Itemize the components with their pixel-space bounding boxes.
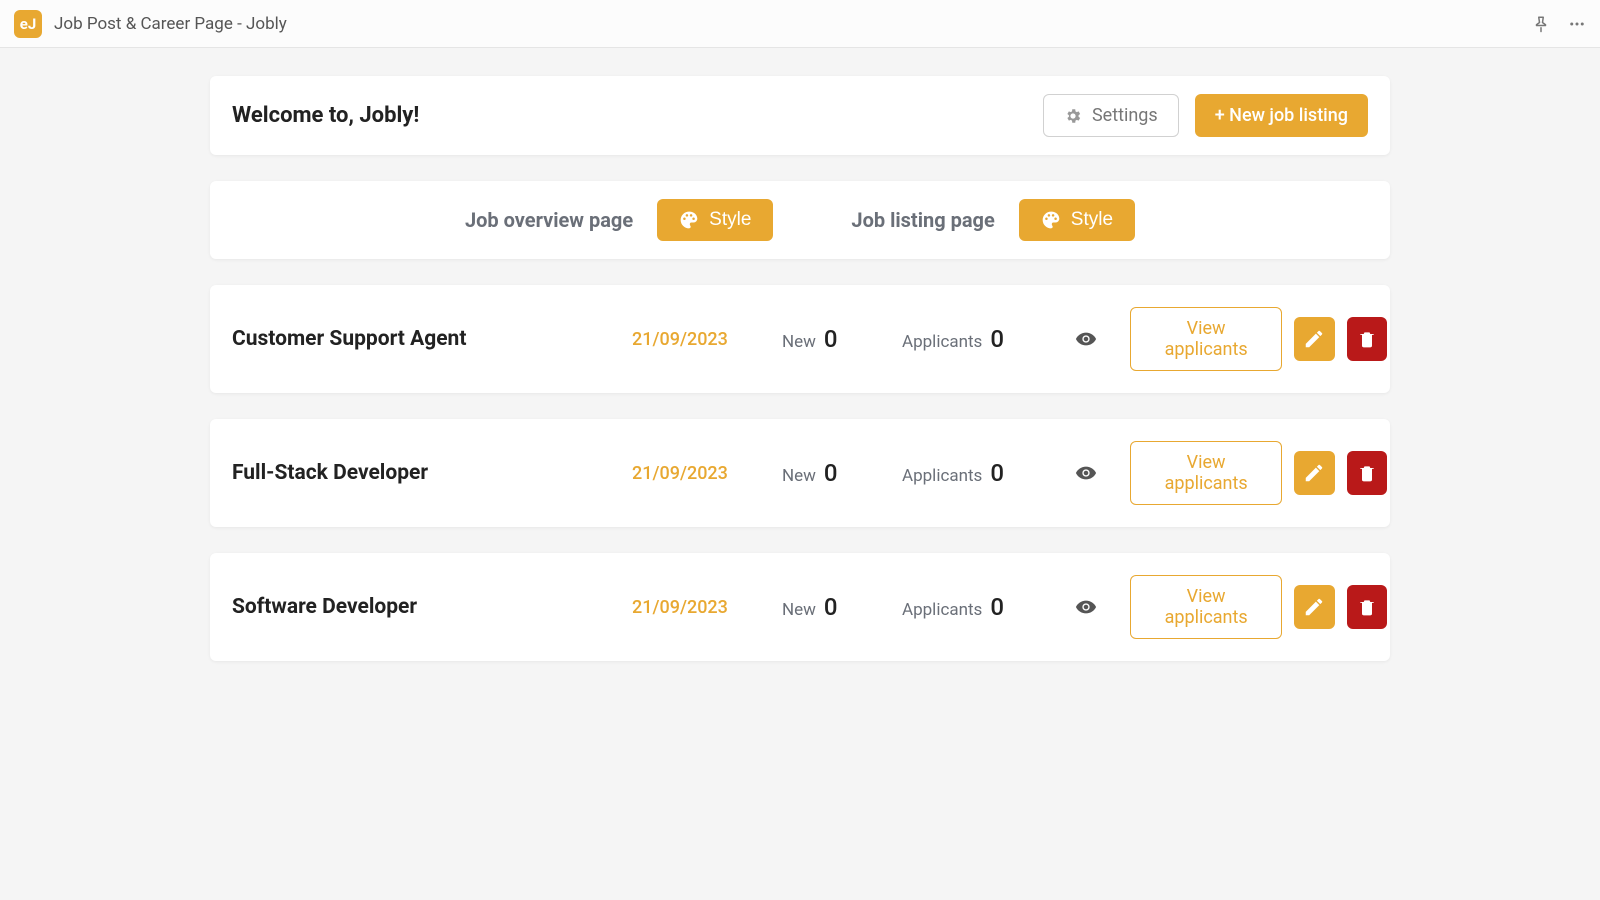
pencil-icon bbox=[1303, 596, 1325, 618]
app-title: Job Post & Career Page - Jobly bbox=[54, 14, 287, 34]
listing-date: 21/09/2023 bbox=[632, 329, 762, 350]
applicants-label: Applicants bbox=[902, 466, 982, 486]
welcome-card: Welcome to, Jobly! Settings + New job li… bbox=[210, 76, 1390, 155]
listing-title: Full-Stack Developer bbox=[232, 461, 612, 485]
palette-icon bbox=[1041, 210, 1061, 230]
delete-button[interactable] bbox=[1347, 317, 1387, 361]
applicants-label: Applicants bbox=[902, 332, 982, 352]
new-count: 0 bbox=[824, 459, 838, 487]
listing-style-button[interactable]: Style bbox=[1019, 199, 1135, 241]
listing-applicants-stat: Applicants 0 bbox=[902, 593, 1042, 621]
visibility-toggle[interactable] bbox=[1062, 328, 1110, 350]
edit-button[interactable] bbox=[1294, 451, 1334, 495]
new-count: 0 bbox=[824, 325, 838, 353]
overview-style-label: Style bbox=[709, 209, 751, 231]
settings-button[interactable]: Settings bbox=[1043, 94, 1179, 137]
listing-title: Customer Support Agent bbox=[232, 327, 612, 351]
header-right bbox=[1532, 15, 1586, 33]
welcome-title: Welcome to, Jobly! bbox=[232, 103, 419, 128]
pencil-icon bbox=[1303, 328, 1325, 350]
new-label: New bbox=[782, 600, 816, 620]
listing-actions: View applicants bbox=[1130, 307, 1387, 371]
listing-actions: View applicants bbox=[1130, 575, 1387, 639]
listing-title: Software Developer bbox=[232, 595, 612, 619]
app-logo: eJ bbox=[14, 10, 42, 38]
overview-page-group: Job overview page Style bbox=[465, 199, 773, 241]
new-label: New bbox=[782, 332, 816, 352]
listing-page-label: Job listing page bbox=[851, 208, 994, 232]
more-icon[interactable] bbox=[1568, 15, 1586, 33]
eye-icon bbox=[1075, 328, 1097, 350]
new-job-listing-button[interactable]: + New job listing bbox=[1195, 94, 1368, 137]
listing-actions: View applicants bbox=[1130, 441, 1387, 505]
header-left: eJ Job Post & Career Page - Jobly bbox=[14, 10, 287, 38]
visibility-toggle[interactable] bbox=[1062, 596, 1110, 618]
listing-applicants-stat: Applicants 0 bbox=[902, 459, 1042, 487]
trash-icon bbox=[1357, 463, 1377, 483]
pencil-icon bbox=[1303, 462, 1325, 484]
eye-icon bbox=[1075, 596, 1097, 618]
applicants-count: 0 bbox=[990, 325, 1004, 353]
app-header: eJ Job Post & Career Page - Jobly bbox=[0, 0, 1600, 48]
listing-row: Customer Support Agent21/09/2023New0Appl… bbox=[210, 285, 1390, 393]
visibility-toggle[interactable] bbox=[1062, 462, 1110, 484]
pages-card: Job overview page Style Job listing page… bbox=[210, 181, 1390, 259]
listings-container: Customer Support Agent21/09/2023New0Appl… bbox=[210, 285, 1390, 661]
listing-row: Full-Stack Developer21/09/2023New0Applic… bbox=[210, 419, 1390, 527]
listing-page-group: Job listing page Style bbox=[851, 199, 1135, 241]
edit-button[interactable] bbox=[1294, 585, 1334, 629]
view-applicants-button[interactable]: View applicants bbox=[1130, 575, 1282, 639]
app-logo-text: eJ bbox=[20, 15, 36, 33]
eye-icon bbox=[1075, 462, 1097, 484]
overview-style-button[interactable]: Style bbox=[657, 199, 773, 241]
listing-date: 21/09/2023 bbox=[632, 463, 762, 484]
trash-icon bbox=[1357, 329, 1377, 349]
applicants-count: 0 bbox=[990, 459, 1004, 487]
welcome-actions: Settings + New job listing bbox=[1043, 94, 1368, 137]
applicants-count: 0 bbox=[990, 593, 1004, 621]
view-applicants-button[interactable]: View applicants bbox=[1130, 441, 1282, 505]
listing-row: Software Developer21/09/2023New0Applican… bbox=[210, 553, 1390, 661]
pin-icon[interactable] bbox=[1532, 15, 1550, 33]
listing-new-stat: New 0 bbox=[782, 325, 882, 353]
new-listing-label: + New job listing bbox=[1215, 105, 1348, 126]
gear-icon bbox=[1064, 107, 1082, 125]
trash-icon bbox=[1357, 597, 1377, 617]
settings-label: Settings bbox=[1092, 105, 1158, 126]
applicants-label: Applicants bbox=[902, 600, 982, 620]
listing-new-stat: New 0 bbox=[782, 593, 882, 621]
listing-date: 21/09/2023 bbox=[632, 597, 762, 618]
listing-new-stat: New 0 bbox=[782, 459, 882, 487]
new-label: New bbox=[782, 466, 816, 486]
overview-page-label: Job overview page bbox=[465, 208, 633, 232]
main-container: Welcome to, Jobly! Settings + New job li… bbox=[210, 48, 1390, 661]
palette-icon bbox=[679, 210, 699, 230]
delete-button[interactable] bbox=[1347, 585, 1387, 629]
delete-button[interactable] bbox=[1347, 451, 1387, 495]
edit-button[interactable] bbox=[1294, 317, 1334, 361]
view-applicants-button[interactable]: View applicants bbox=[1130, 307, 1282, 371]
listing-applicants-stat: Applicants 0 bbox=[902, 325, 1042, 353]
new-count: 0 bbox=[824, 593, 838, 621]
listing-style-label: Style bbox=[1071, 209, 1113, 231]
